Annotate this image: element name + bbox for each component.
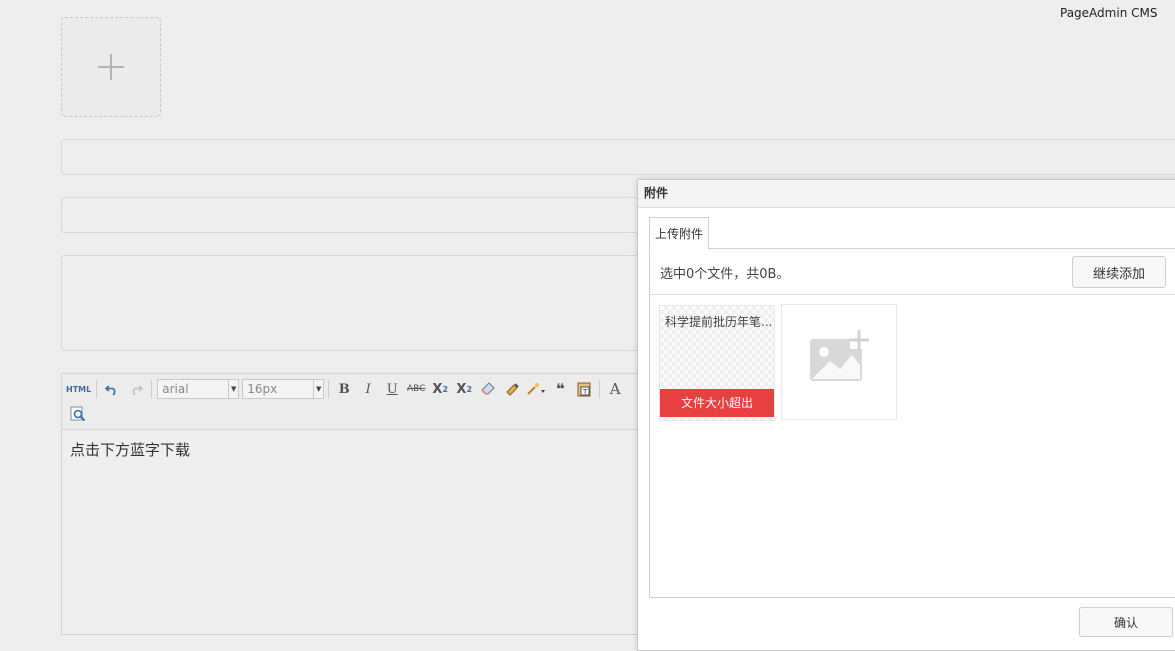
eraser-icon[interactable] — [478, 379, 498, 399]
plus-icon — [98, 54, 124, 80]
toolbar-divider — [96, 380, 98, 398]
tab-divider — [649, 248, 1175, 249]
text-field-1[interactable] — [61, 139, 1175, 175]
redo-icon[interactable] — [126, 379, 146, 399]
file-size-error: 文件大小超出 — [660, 389, 774, 417]
continue-add-button[interactable]: 继续添加 — [1072, 256, 1166, 288]
superscript-icon[interactable]: X2 — [430, 379, 450, 399]
confirm-button[interactable]: 确认 — [1079, 607, 1173, 637]
paste-text-icon[interactable]: T — [574, 379, 594, 399]
font-family-value: arial — [162, 382, 189, 396]
toolbar-divider — [328, 380, 330, 398]
font-color-icon[interactable]: A — [605, 379, 625, 399]
image-upload-box[interactable] — [61, 17, 161, 117]
tab-upload-attachment[interactable]: 上传附件 — [649, 217, 710, 250]
html-icon[interactable]: HTML — [66, 379, 91, 399]
toolbar-divider — [151, 380, 153, 398]
add-image-icon — [810, 330, 869, 381]
italic-icon[interactable]: I — [358, 379, 378, 399]
file-thumbnail[interactable]: 科学提前批历年笔... 文件大小超出 — [659, 305, 775, 421]
brand-label: PageAdmin CMS — [1060, 6, 1158, 20]
file-name: 科学提前批历年笔... — [665, 315, 773, 329]
chevron-down-icon: ▼ — [313, 380, 323, 398]
upload-status-bar: 选中0个文件，共0B。 继续添加 — [650, 250, 1175, 295]
attachment-dialog: 附件 上传附件 选中0个文件，共0B。 继续添加 科学提前批历年笔... 文件大… — [637, 179, 1175, 651]
quote-icon[interactable]: ❝ — [550, 379, 570, 399]
subscript-icon[interactable]: X2 — [454, 379, 474, 399]
dialog-title: 附件 — [638, 180, 1175, 208]
format-painter-icon[interactable] — [502, 379, 522, 399]
chevron-down-icon: ▼ — [228, 380, 238, 398]
toolbar-divider — [599, 380, 601, 398]
underline-icon[interactable]: U — [382, 379, 402, 399]
search-replace-icon[interactable] — [68, 404, 88, 424]
font-size-select[interactable]: 16px ▼ — [242, 379, 325, 399]
magic-wand-icon[interactable] — [526, 379, 546, 399]
font-size-value: 16px — [247, 382, 278, 396]
add-image-slot[interactable] — [781, 304, 897, 420]
font-family-select[interactable]: arial ▼ — [157, 379, 240, 399]
strikethrough-icon[interactable]: ABC — [406, 379, 426, 399]
svg-text:T: T — [582, 388, 588, 396]
bold-icon[interactable]: B — [334, 379, 354, 399]
undo-icon[interactable] — [102, 379, 122, 399]
upload-status-text: 选中0个文件，共0B。 — [660, 267, 790, 282]
